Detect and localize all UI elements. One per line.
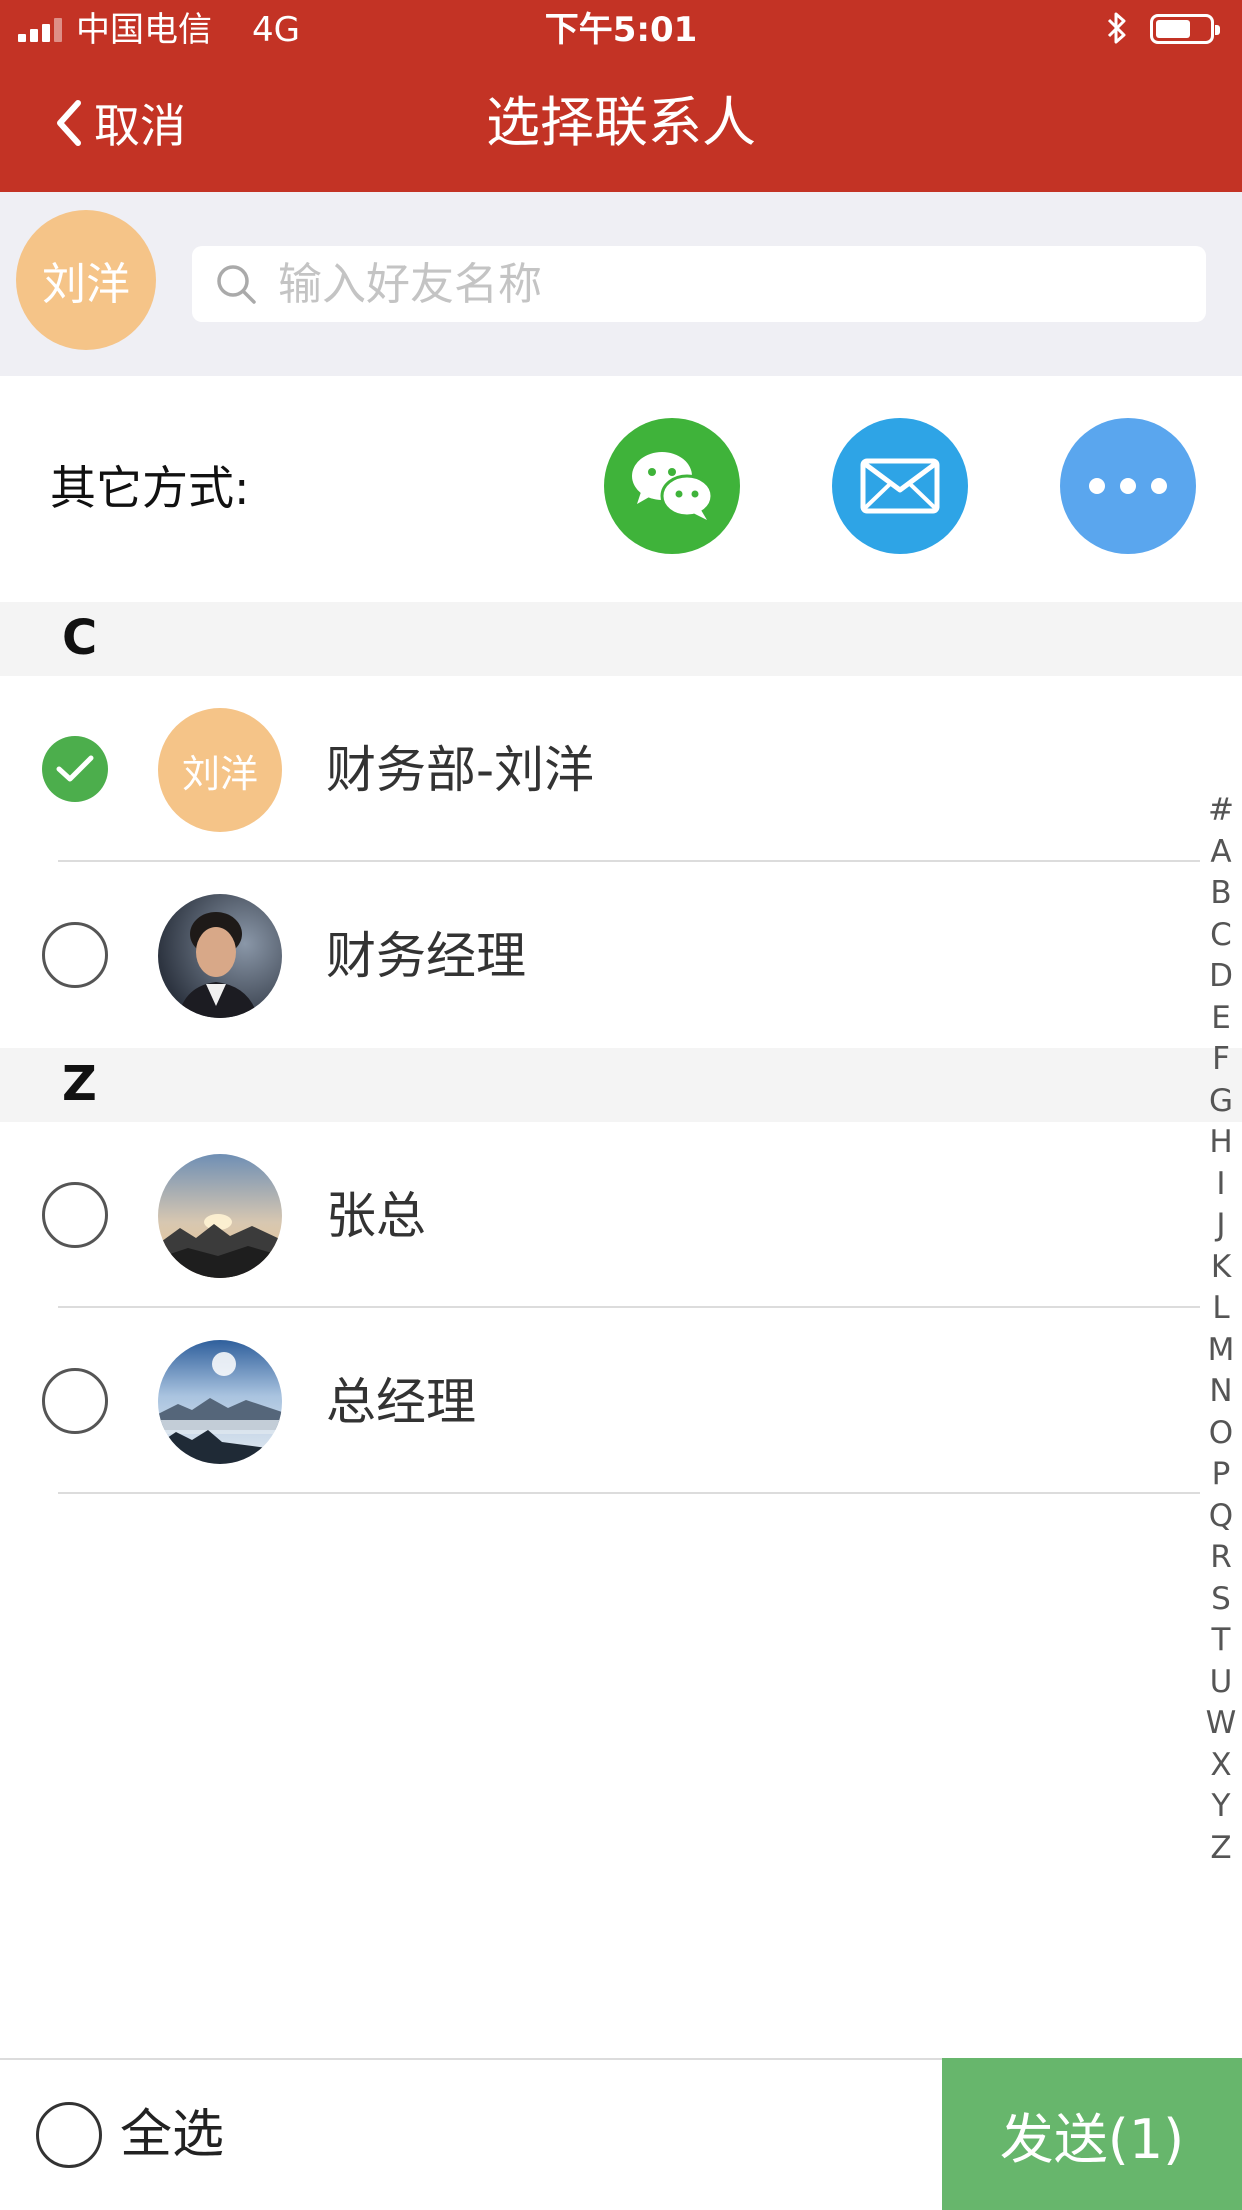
index-letter-b[interactable]: B (1200, 873, 1242, 915)
checkmark-icon (56, 755, 94, 782)
status-bar: 中国电信 4G 下午5:01 (0, 0, 1242, 60)
header: 中国电信 4G 下午5:01 取消 选择联系人 (0, 0, 1242, 192)
index-letter-x[interactable]: X (1200, 1745, 1242, 1787)
select-all-checkbox[interactable] (36, 2102, 102, 2168)
index-letter-w[interactable]: W (1200, 1703, 1242, 1745)
index-letter-r[interactable]: R (1200, 1537, 1242, 1579)
search-input[interactable] (276, 257, 1180, 311)
index-letter-n[interactable]: N (1200, 1371, 1242, 1413)
other-methods-label: 其它方式: (50, 461, 250, 515)
clock: 下午5:01 (544, 10, 698, 50)
section-header-z: Z (0, 1048, 1242, 1122)
index-letter-p[interactable]: P (1200, 1454, 1242, 1496)
search-icon (217, 265, 256, 304)
bottom-bar: 全选 发送(1) (0, 2058, 1242, 2210)
index-letter-s[interactable]: S (1200, 1579, 1242, 1621)
more-icon (1089, 478, 1167, 494)
contact-row-zongjingli[interactable]: 总经理 (0, 1308, 1200, 1494)
search-box[interactable] (192, 246, 1206, 322)
contact-name: 财务部-刘洋 (326, 741, 595, 799)
index-letter-z[interactable]: Z (1200, 1828, 1242, 1870)
section-letter: C (62, 610, 98, 666)
divider (58, 1492, 1200, 1494)
index-letter-t[interactable]: T (1200, 1620, 1242, 1662)
contact-name: 财务经理 (326, 927, 526, 985)
search-row: 刘洋 (0, 192, 1242, 376)
index-letter-g[interactable]: G (1200, 1081, 1242, 1123)
mail-icon (860, 458, 940, 514)
avatar: 刘洋 (158, 708, 282, 832)
select-all-toggle[interactable]: 全选 (0, 2060, 940, 2208)
current-user-avatar: 刘洋 (16, 210, 156, 350)
avatar (158, 1154, 282, 1278)
index-letter-q[interactable]: Q (1200, 1496, 1242, 1538)
index-letter-h[interactable]: H (1200, 1122, 1242, 1164)
section-header-c: C (0, 602, 1242, 676)
section-letter: Z (62, 1056, 97, 1112)
alphabet-index[interactable]: # A B C D E F G H I J K L M N O P Q R S T U W X Y Z (1200, 790, 1242, 1869)
checkbox[interactable] (42, 1182, 108, 1248)
more-button[interactable] (1060, 418, 1196, 554)
avatar (158, 1340, 282, 1464)
index-letter-o[interactable]: O (1200, 1413, 1242, 1455)
battery-icon (1150, 14, 1220, 44)
index-letter-m[interactable]: M (1200, 1330, 1242, 1372)
checkbox[interactable] (42, 1368, 108, 1434)
index-letter-u[interactable]: U (1200, 1662, 1242, 1704)
bluetooth-icon (1106, 10, 1128, 55)
checkbox[interactable] (42, 922, 108, 988)
index-letter-j[interactable]: J (1200, 1205, 1242, 1247)
index-letter-d[interactable]: D (1200, 956, 1242, 998)
mail-button[interactable] (832, 418, 968, 554)
checkbox-checked[interactable] (42, 736, 108, 802)
sunset-mountain-photo (158, 1154, 282, 1278)
index-letter-l[interactable]: L (1200, 1288, 1242, 1330)
wechat-button[interactable] (604, 418, 740, 554)
index-letter-k[interactable]: K (1200, 1247, 1242, 1289)
contact-name: 总经理 (326, 1373, 476, 1431)
misty-mountain-photo (158, 1340, 282, 1464)
contact-row-zhangzong[interactable]: 张总 (0, 1122, 1200, 1308)
contact-row-caiwu-jingli[interactable]: 财务经理 (0, 862, 1200, 1048)
index-letter-i[interactable]: I (1200, 1164, 1242, 1206)
contact-name: 张总 (326, 1187, 426, 1245)
index-letter-y[interactable]: Y (1200, 1786, 1242, 1828)
navigation-bar: 取消 选择联系人 (0, 60, 1242, 192)
wechat-icon (632, 452, 714, 520)
portrait-photo (158, 894, 282, 1018)
page-title: 选择联系人 (486, 91, 756, 154)
index-letter-a[interactable]: A (1200, 832, 1242, 874)
index-letter-f[interactable]: F (1200, 1039, 1242, 1081)
avatar (158, 894, 282, 1018)
contact-row-caiwubu-liuyang[interactable]: 刘洋 财务部-刘洋 (0, 676, 1200, 862)
other-methods: 其它方式: (0, 376, 1242, 602)
send-button[interactable]: 发送(1) (942, 2058, 1242, 2210)
index-letter-c[interactable]: C (1200, 915, 1242, 957)
index-letter-hash[interactable]: # (1200, 790, 1242, 832)
select-all-label: 全选 (120, 2105, 225, 2165)
index-letter-e[interactable]: E (1200, 998, 1242, 1040)
